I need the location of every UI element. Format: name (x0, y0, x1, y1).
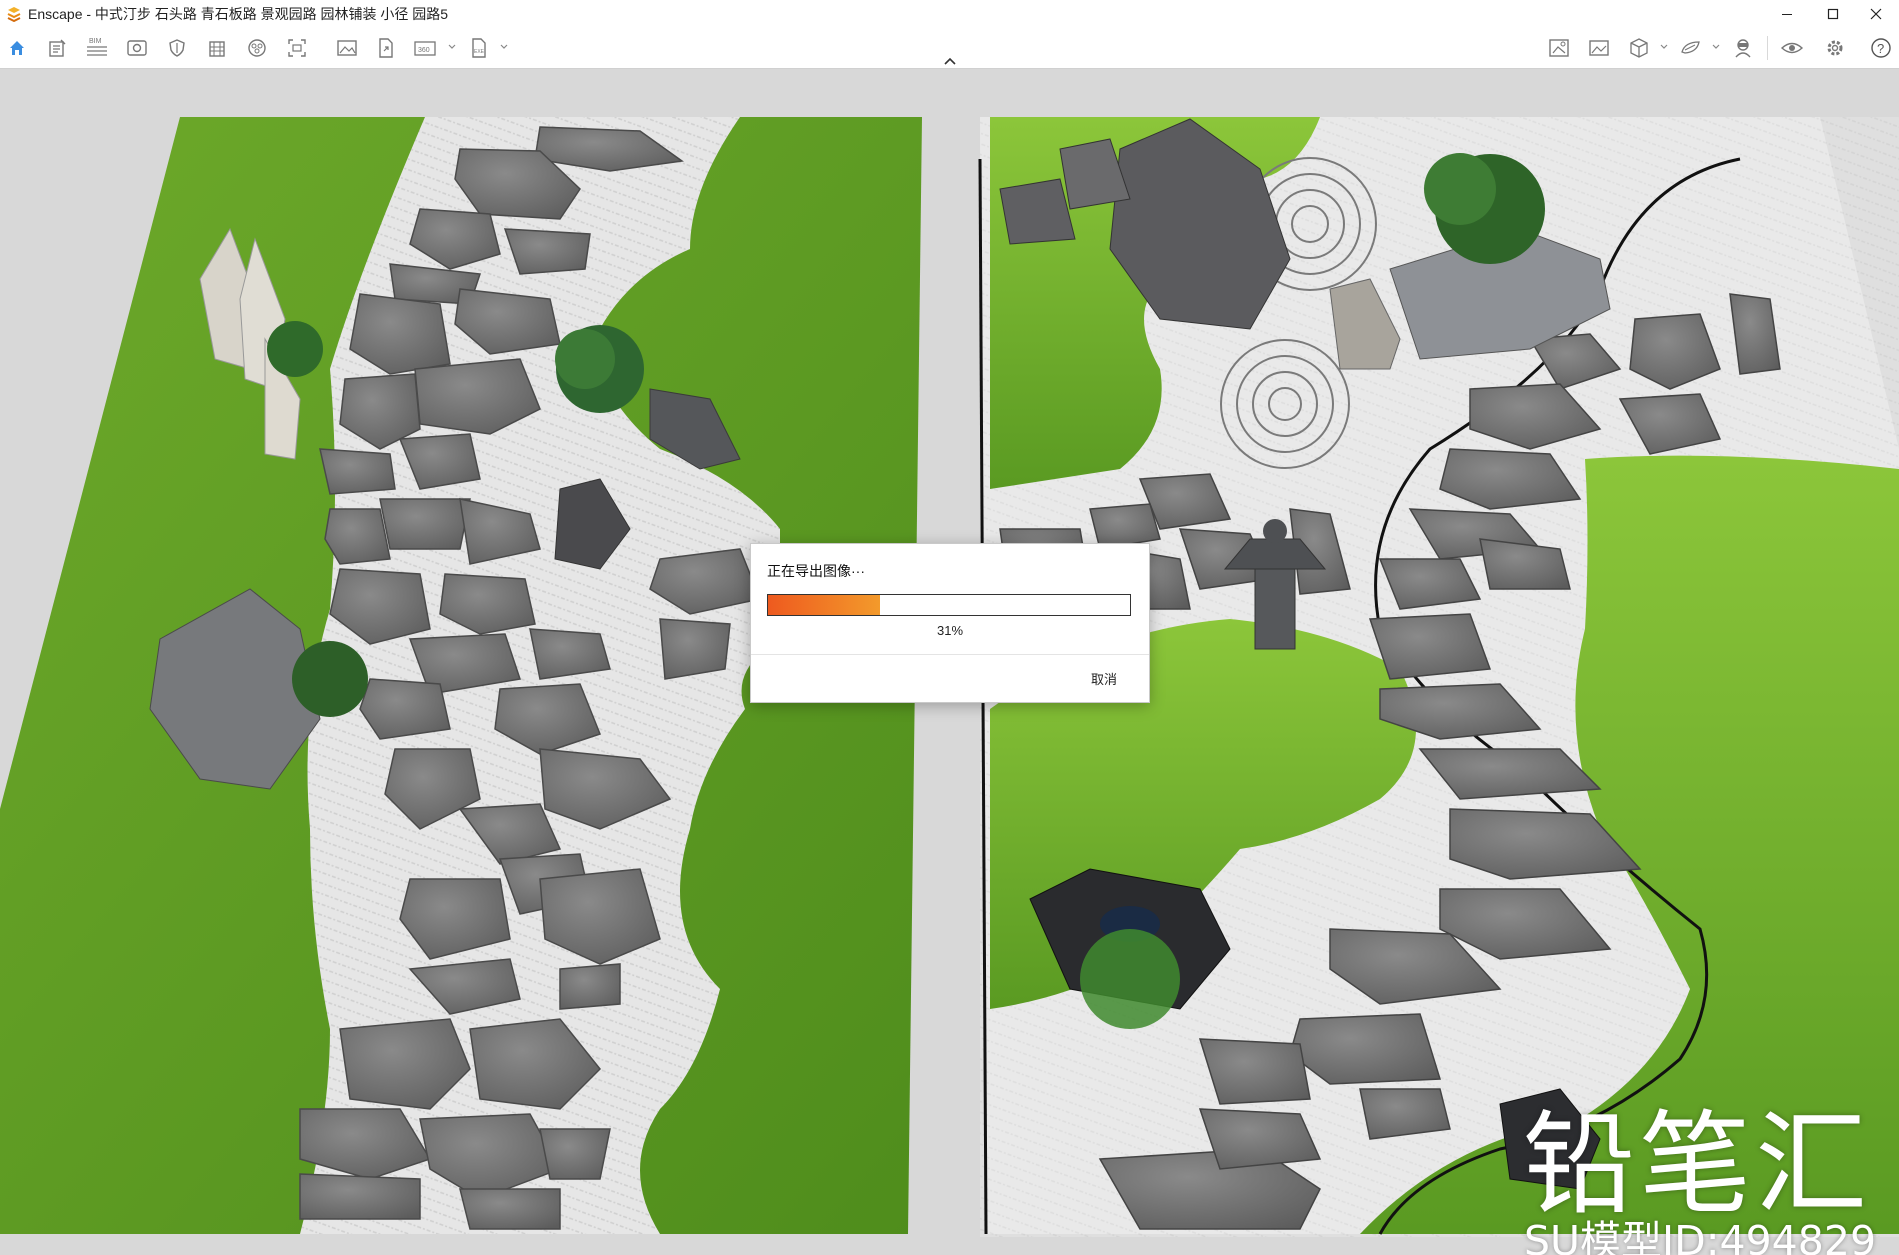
chevron-down-icon[interactable] (448, 44, 456, 50)
visibility-icon (1780, 42, 1804, 54)
building-button[interactable] (204, 36, 230, 60)
svg-text:EXE: EXE (474, 49, 485, 55)
building-icon (209, 41, 225, 57)
bim-button[interactable]: BIM (84, 36, 110, 60)
document-icon (49, 39, 66, 57)
export-file-button[interactable] (373, 36, 399, 60)
image-icon (337, 40, 357, 56)
export-progress-dialog: 正在导出图像··· 31% 取消 (750, 543, 1150, 703)
svg-text:360: 360 (418, 47, 430, 54)
svg-text:?: ? (1877, 41, 1884, 56)
settings-gear-icon (1827, 40, 1843, 56)
cube-button[interactable] (1626, 36, 1652, 60)
asset-library-icon (1549, 39, 1569, 57)
progress-percent: 31% (936, 623, 964, 638)
asset-library-button[interactable] (1546, 36, 1572, 60)
progress-bar (767, 594, 1131, 616)
toolbar-divider (1767, 36, 1768, 60)
dialog-divider (751, 654, 1149, 655)
vr-headset-button[interactable] (1730, 36, 1756, 60)
progress-bar-fill (768, 595, 881, 615)
home-button[interactable] (4, 36, 30, 60)
minimize-button[interactable] (1764, 0, 1810, 28)
help-icon: ? (1871, 38, 1891, 58)
enscape-logo-icon (7, 7, 21, 22)
minimize-icon (1782, 14, 1792, 15)
shield-button[interactable] (164, 36, 190, 60)
collapse-toolbar-icon[interactable] (943, 56, 957, 66)
export-file-icon (379, 38, 393, 58)
panorama-360-icon: 360 (414, 41, 436, 56)
panorama-button[interactable]: 360 (413, 36, 439, 60)
close-icon (1870, 8, 1882, 20)
cancel-button[interactable]: 取消 (1091, 669, 1117, 688)
chevron-down-icon[interactable] (1712, 44, 1720, 50)
feedback-button[interactable] (1678, 36, 1704, 60)
maximize-button[interactable] (1810, 0, 1856, 28)
chevron-down-icon[interactable] (500, 44, 508, 50)
bim-icon: BIM (87, 38, 107, 56)
vr-headset-icon (1735, 39, 1751, 58)
exe-export-button[interactable]: EXE (466, 36, 492, 60)
settings-button[interactable] (1822, 36, 1848, 60)
visibility-button[interactable] (1779, 36, 1805, 60)
chevron-down-icon[interactable] (1660, 44, 1668, 50)
watermark-model-id: SU模型ID:494829 (1524, 1217, 1877, 1255)
exe-export-icon: EXE (472, 38, 486, 58)
dialog-title: 正在导出图像··· (767, 563, 865, 579)
material-icon (1589, 40, 1609, 56)
shield-icon (169, 39, 185, 57)
screenshot-icon (288, 39, 306, 57)
window-title: Enscape - 中式汀步 石头路 青石板路 景观园路 园林铺装 小径 园路5 (28, 6, 449, 22)
cube-icon (1630, 38, 1648, 58)
title-bar: Enscape - 中式汀步 石头路 青石板路 景观园路 园林铺装 小径 园路5 (0, 0, 1899, 28)
feedback-icon (1681, 41, 1700, 54)
video-path-icon (248, 39, 266, 57)
home-icon (10, 41, 24, 55)
material-button[interactable] (1586, 36, 1612, 60)
view-button[interactable] (124, 36, 150, 60)
image-button[interactable] (334, 36, 360, 60)
video-path-button[interactable] (244, 36, 270, 60)
close-button[interactable] (1853, 0, 1899, 28)
help-button[interactable]: ? (1868, 36, 1894, 60)
watermark-brand: 铅笔汇 (1523, 1100, 1871, 1230)
view-icon (127, 40, 147, 56)
screenshot-button[interactable] (284, 36, 310, 60)
svg-text:BIM: BIM (89, 38, 102, 45)
maximize-icon (1827, 8, 1839, 20)
document-button[interactable] (44, 36, 70, 60)
